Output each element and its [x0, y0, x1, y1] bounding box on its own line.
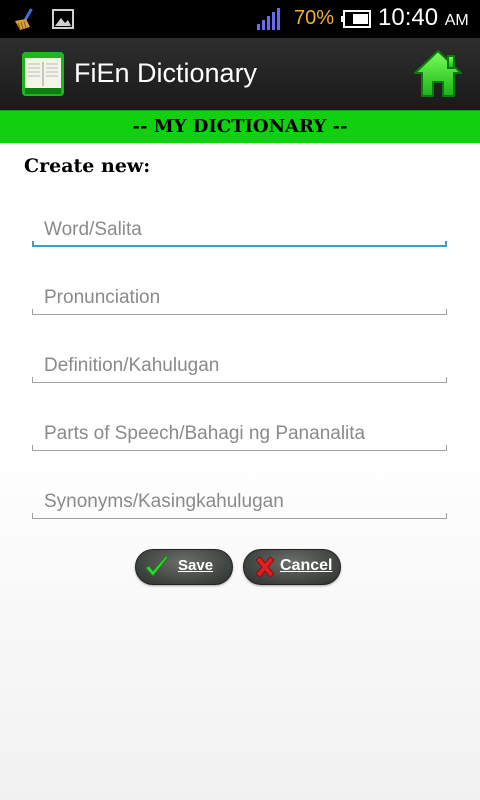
field-underline [32, 314, 447, 315]
battery-icon [341, 10, 371, 28]
synonyms-input[interactable] [32, 481, 447, 517]
app-logo [22, 52, 64, 96]
definition-field[interactable] [32, 345, 447, 385]
field-tick [446, 513, 447, 519]
field-tick [32, 445, 33, 451]
synonyms-field[interactable] [32, 481, 447, 521]
parts-of-speech-input[interactable] [32, 413, 447, 449]
field-underline [32, 382, 447, 383]
word-field[interactable] [32, 209, 447, 249]
field-tick [446, 377, 447, 383]
checkmark-icon [145, 555, 169, 577]
app-title: FiEn Dictionary [74, 58, 258, 88]
pronunciation-field[interactable] [32, 277, 447, 317]
cancel-label: Cancel [280, 557, 333, 574]
status-bar: 70% 10:40 AM [0, 0, 480, 38]
section-banner: -- MY DICTIONARY -- [0, 110, 480, 143]
save-label: Save [178, 557, 214, 574]
field-tick [445, 241, 447, 247]
word-input[interactable] [32, 209, 447, 245]
cancel-button[interactable]: Cancel [243, 549, 341, 585]
action-bar: FiEn Dictionary [0, 38, 480, 110]
signal-icon [257, 8, 280, 30]
save-button[interactable]: Save [135, 549, 233, 585]
gallery-icon [52, 9, 74, 29]
field-tick [32, 513, 33, 519]
field-underline [32, 518, 447, 519]
field-tick [446, 309, 447, 315]
form-content: Create new: Save Cancel [0, 143, 480, 800]
home-icon[interactable] [412, 48, 464, 100]
definition-input[interactable] [32, 345, 447, 381]
field-tick [32, 377, 33, 383]
field-underline [32, 245, 447, 247]
clock: 10:40 AM [378, 4, 469, 32]
pronunciation-input[interactable] [32, 277, 447, 313]
form-heading: Create new: [24, 155, 151, 177]
clock-time: 10:40 [378, 4, 439, 31]
broom-icon [15, 8, 33, 30]
parts-of-speech-field[interactable] [32, 413, 447, 453]
battery-percent: 70% [294, 7, 335, 29]
clock-ampm: AM [444, 12, 469, 29]
field-tick [446, 445, 447, 451]
field-tick [32, 241, 34, 247]
field-tick [32, 309, 33, 315]
dictionary-book-icon [22, 52, 64, 96]
x-icon [255, 556, 275, 578]
field-underline [32, 450, 447, 451]
